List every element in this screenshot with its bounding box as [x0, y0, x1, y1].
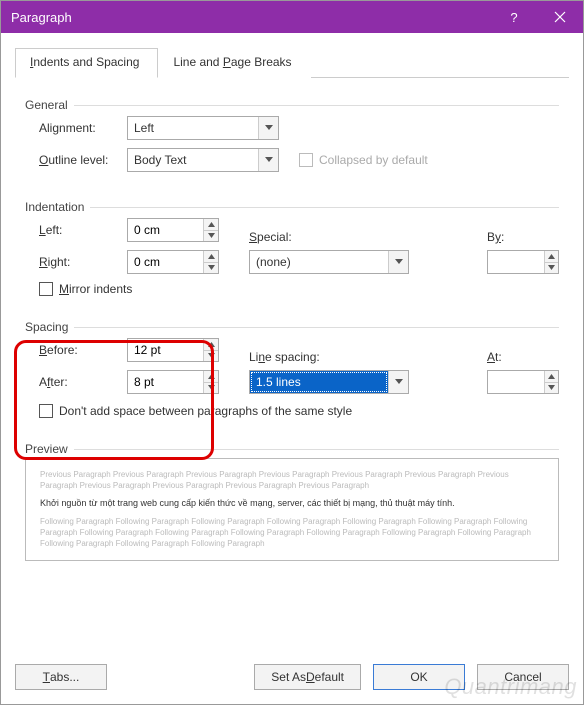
chevron-down-icon: [258, 117, 278, 139]
checkbox-icon: [39, 404, 53, 418]
spin-up-icon[interactable]: [204, 219, 218, 230]
after-spin[interactable]: [127, 370, 219, 394]
after-label: After:: [39, 375, 119, 389]
spacing-group: Spacing Before: After:: [25, 320, 559, 422]
spin-up-icon[interactable]: [545, 371, 558, 382]
alignment-label: Alignment:: [39, 121, 127, 135]
no-space-checkbox[interactable]: Don't add space between paragraphs of th…: [39, 404, 559, 418]
preview-prev-text: Previous Paragraph Previous Paragraph Pr…: [40, 469, 544, 491]
general-legend: General: [25, 98, 74, 112]
preview-box: Previous Paragraph Previous Paragraph Pr…: [25, 458, 559, 561]
indentation-legend: Indentation: [25, 200, 90, 214]
cancel-button[interactable]: Cancel: [477, 664, 569, 690]
checkbox-icon: [299, 153, 313, 167]
close-button[interactable]: [537, 1, 583, 33]
spin-down-icon[interactable]: [545, 382, 558, 394]
help-button[interactable]: ?: [491, 1, 537, 33]
at-label: At:: [487, 350, 559, 364]
general-group: General Alignment: Left Outline level: B…: [25, 98, 559, 184]
special-label: Special:: [249, 230, 463, 244]
tab-bar: Indents and Spacing Line and Page Breaks: [15, 47, 569, 78]
spin-up-icon[interactable]: [204, 371, 218, 382]
right-label: Right:: [39, 255, 119, 269]
chevron-down-icon: [258, 149, 278, 171]
preview-group: Preview Previous Paragraph Previous Para…: [25, 442, 559, 561]
spin-down-icon[interactable]: [545, 262, 558, 274]
right-spin[interactable]: [127, 250, 219, 274]
line-spacing-select[interactable]: 1.5 lines: [249, 370, 409, 394]
ok-button[interactable]: OK: [373, 664, 465, 690]
before-spin[interactable]: [127, 338, 219, 362]
by-spin[interactable]: [487, 250, 559, 274]
spin-up-icon[interactable]: [204, 251, 218, 262]
spin-down-icon[interactable]: [204, 230, 218, 242]
special-select[interactable]: (none): [249, 250, 409, 274]
tab-indents-spacing[interactable]: Indents and Spacing: [15, 48, 158, 78]
left-spin[interactable]: [127, 218, 219, 242]
preview-legend: Preview: [25, 442, 74, 456]
tab-line-page-breaks[interactable]: Line and Page Breaks: [158, 48, 310, 78]
tabs-button[interactable]: Tabs...: [15, 664, 107, 690]
left-label: Left:: [39, 223, 119, 237]
set-as-default-button[interactable]: Set As Default: [254, 664, 361, 690]
spin-up-icon[interactable]: [204, 339, 218, 350]
spin-down-icon[interactable]: [204, 350, 218, 362]
paragraph-dialog: Paragraph ? Indents and Spacing Line and…: [0, 0, 584, 705]
chevron-down-icon: [388, 371, 408, 393]
collapsed-checkbox: Collapsed by default: [299, 153, 428, 167]
spin-down-icon[interactable]: [204, 262, 218, 274]
at-spin[interactable]: [487, 370, 559, 394]
checkbox-icon: [39, 282, 53, 296]
titlebar: Paragraph ?: [1, 1, 583, 33]
preview-next-text: Following Paragraph Following Paragraph …: [40, 516, 544, 550]
before-label: Before:: [39, 343, 119, 357]
outline-label: Outline level:: [39, 153, 127, 167]
spin-up-icon[interactable]: [545, 251, 558, 262]
dialog-footer: Tabs... Set As Default OK Cancel: [1, 654, 583, 704]
dialog-content: Indents and Spacing Line and Page Breaks…: [1, 33, 583, 654]
indentation-group: Indentation Left: Right:: [25, 200, 559, 300]
close-icon: [554, 11, 566, 23]
mirror-indents-checkbox[interactable]: Mirror indents: [39, 282, 559, 296]
alignment-select[interactable]: Left: [127, 116, 279, 140]
by-label: By:: [487, 230, 559, 244]
window-title: Paragraph: [11, 10, 491, 25]
line-spacing-label: Line spacing:: [249, 350, 463, 364]
preview-sample-text: Khởi nguồn từ một trang web cung cấp kiế…: [40, 497, 544, 510]
spacing-legend: Spacing: [25, 320, 74, 334]
outline-select[interactable]: Body Text: [127, 148, 279, 172]
spin-down-icon[interactable]: [204, 382, 218, 394]
chevron-down-icon: [388, 251, 408, 273]
